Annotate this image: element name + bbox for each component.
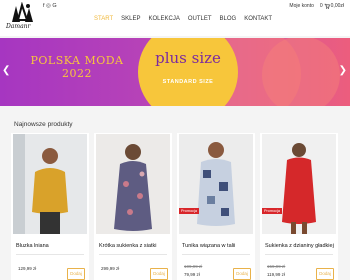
add-to-cart-button[interactable]: Dodaj [233, 268, 251, 280]
product-old-price: 109,99 zł [184, 264, 203, 269]
add-to-cart-button[interactable]: Dodaj [67, 268, 85, 280]
cart-total: 0,00zł [330, 3, 344, 9]
banner-title: POLSKA MODA 2022 [12, 54, 142, 80]
product-card[interactable]: Promocja Sukienka z dzianiny gładkiej 15… [260, 133, 338, 280]
banner-circle [262, 38, 340, 106]
product-card[interactable]: Promocja Tunika wiązana w talii 109,99 z… [177, 133, 255, 280]
promo-badge: Promocja [179, 208, 200, 214]
section-title: Najnowsze produkty [14, 121, 73, 128]
product-name[interactable]: Sukienka z dzianiny gładkiej [265, 243, 337, 249]
product-price: 79,99 zł [184, 272, 200, 277]
product-name[interactable]: Tunika wiązana w talii [182, 243, 254, 249]
product-photo [96, 134, 170, 234]
banner-headline: plus size [155, 49, 221, 67]
divider [99, 254, 167, 255]
product-price: 299,99 zł [101, 266, 120, 271]
add-to-cart-button[interactable]: Dodaj [316, 268, 334, 280]
product-old-price: 159,99 zł [267, 264, 286, 269]
product-card[interactable]: Krótka sukienka z siatki 299,99 zł Dodaj [94, 133, 172, 280]
product-card[interactable]: Bluzka lniana 129,99 zł Dodaj [11, 133, 89, 280]
social-links: f◎G [43, 3, 58, 9]
product-grid: Bluzka lniana 129,99 zł Dodaj Krótka suk… [11, 133, 341, 280]
site-header: Damanr f◎G START SKLEP KOLEKCJA OUTLET B… [0, 0, 350, 36]
my-account-link[interactable]: Moje konto [289, 3, 313, 9]
banner-title-line: POLSKA MODA [30, 54, 124, 67]
nav-kontakt[interactable]: KONTAKT [244, 16, 272, 22]
main-nav: START SKLEP KOLEKCJA OUTLET BLOG KONTAKT [94, 16, 272, 22]
nav-outlet[interactable]: OUTLET [188, 16, 212, 22]
divider [265, 254, 333, 255]
product-name[interactable]: Bluzka lniana [16, 243, 88, 249]
chevron-left-icon[interactable]: ❮ [2, 65, 10, 76]
product-photo [13, 134, 87, 234]
nav-sklep[interactable]: SKLEP [121, 16, 140, 22]
nav-blog[interactable]: BLOG [220, 16, 237, 22]
divider [16, 254, 84, 255]
product-name[interactable]: Krótka sukienka z siatki [99, 243, 171, 249]
google-icon[interactable]: G [52, 3, 58, 9]
cart-count: 0 [319, 3, 323, 9]
add-to-cart-button[interactable]: Dodaj [150, 268, 168, 280]
banner-subline: STANDARD SIZE [162, 79, 214, 85]
product-photo [262, 134, 336, 234]
banner-year: 2022 [62, 67, 92, 80]
product-image[interactable] [13, 134, 87, 234]
hero-banner[interactable]: POLSKA MODA 2022 plus size STANDARD SIZE… [0, 38, 350, 106]
nav-kolekcja[interactable]: KOLEKCJA [148, 16, 179, 22]
cart-icon [324, 3, 330, 9]
brand-name: Damanr [6, 23, 31, 30]
promo-badge: Promocja [262, 208, 283, 214]
product-price: 119,99 zł [267, 272, 285, 277]
chevron-right-icon[interactable]: ❯ [339, 65, 347, 76]
product-image[interactable] [96, 134, 170, 234]
product-photo [179, 134, 253, 234]
nav-start[interactable]: START [94, 16, 113, 22]
divider [182, 254, 250, 255]
product-image[interactable]: Promocja [179, 134, 253, 234]
account-area: Moje konto 0 0,00zł [289, 3, 344, 9]
product-price: 129,99 zł [18, 266, 37, 271]
product-image[interactable]: Promocja [262, 134, 336, 234]
cart-button[interactable]: 0 0,00zł [320, 3, 344, 9]
